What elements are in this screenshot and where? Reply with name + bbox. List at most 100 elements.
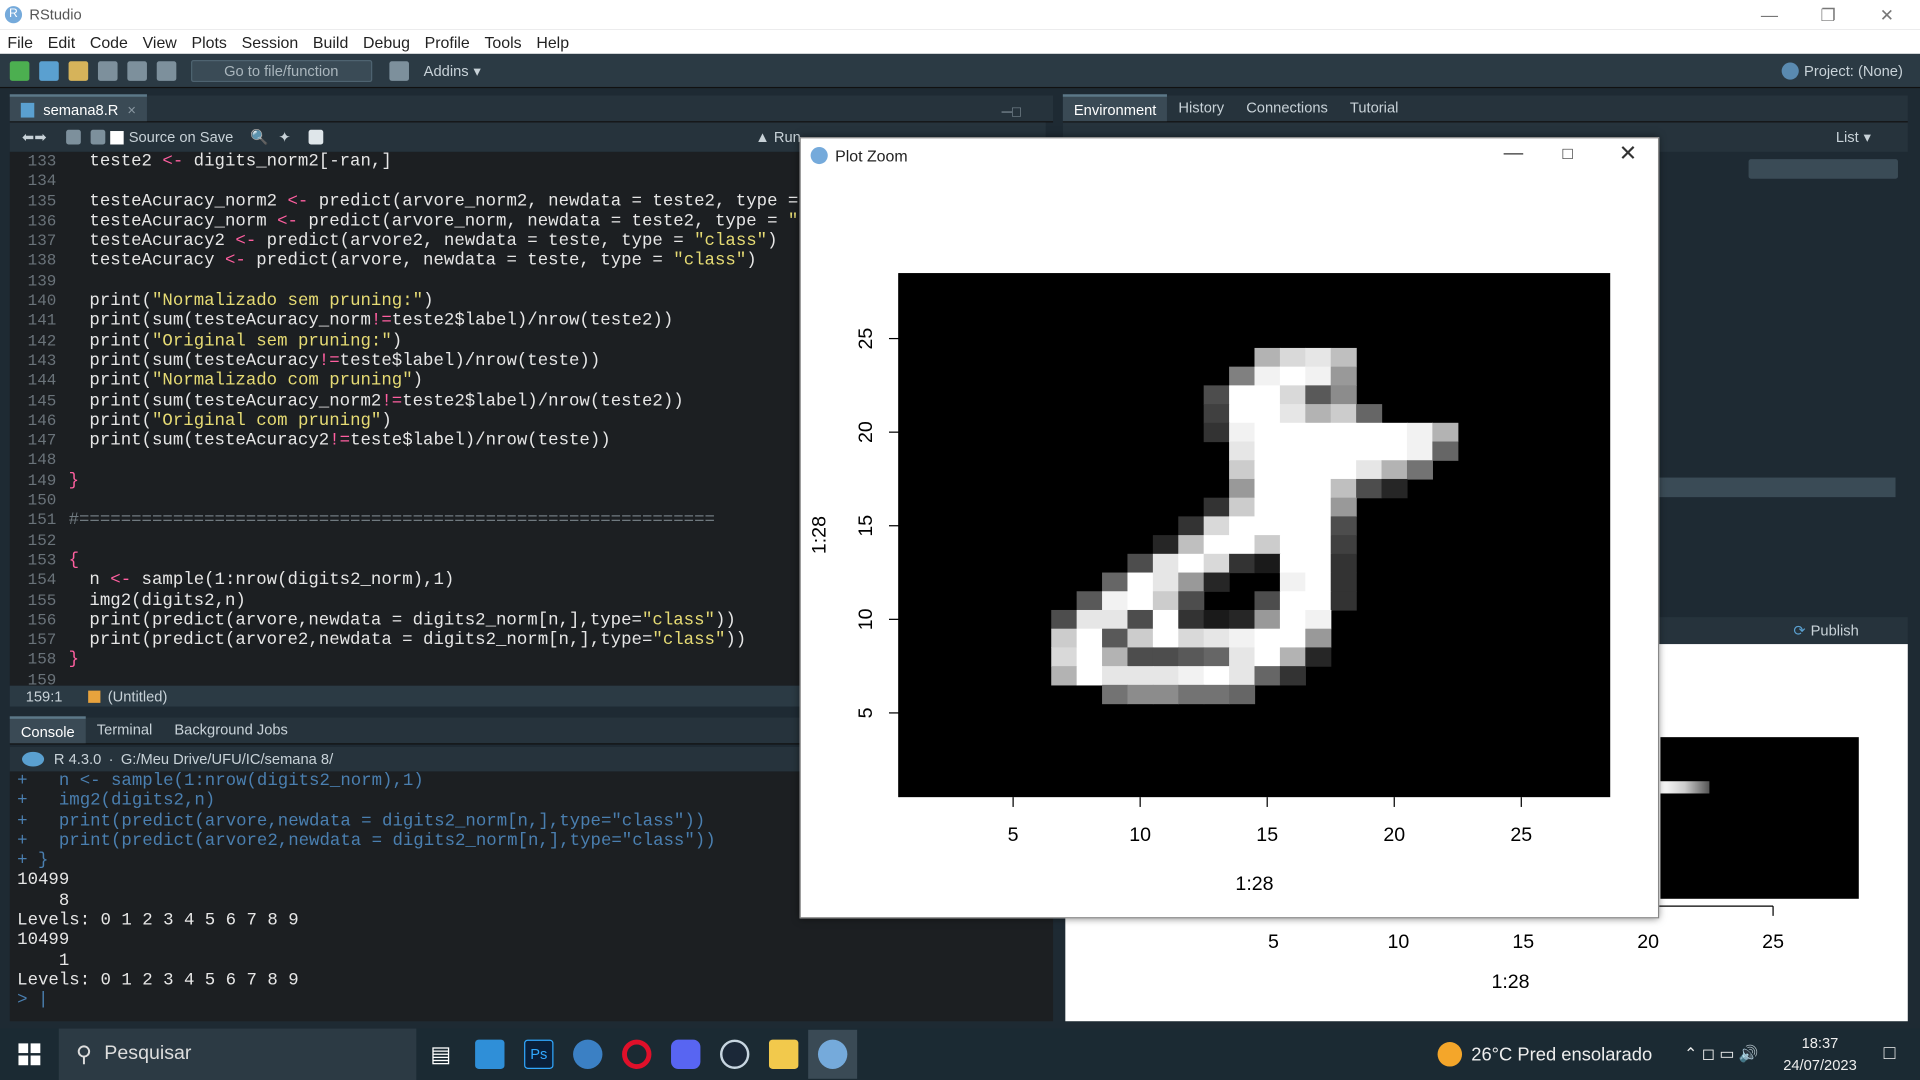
windows-start-button[interactable] (0, 1030, 59, 1079)
menu-debug[interactable]: Debug (356, 32, 418, 50)
new-project-icon[interactable] (39, 60, 59, 81)
tab-terminal[interactable]: Terminal (86, 716, 164, 743)
tab-history[interactable]: History (1167, 94, 1235, 121)
tab-environment[interactable]: Environment (1062, 94, 1168, 122)
menu-help[interactable]: Help (529, 32, 576, 50)
image-pixel (1203, 553, 1230, 574)
file-explorer-icon[interactable] (759, 1030, 808, 1079)
menu-code[interactable]: Code (82, 32, 135, 50)
scope-icon (88, 690, 101, 703)
image-pixel (1152, 628, 1179, 649)
image-pixel (1279, 609, 1306, 630)
opera-icon[interactable] (612, 1030, 661, 1079)
wand-icon[interactable]: ✦ (279, 129, 291, 146)
image-pixel (1178, 666, 1205, 686)
clock-date[interactable]: 24/07/2023 (1783, 1054, 1857, 1076)
rstudio-taskbar-icon[interactable] (808, 1029, 858, 1079)
source-on-save-checkbox[interactable] (110, 130, 124, 144)
back-arrow-icon[interactable]: ⬅➡ (22, 129, 47, 146)
image-pixel (1279, 441, 1306, 461)
close-button[interactable]: ✕ (1859, 0, 1915, 29)
grid-layout-icon[interactable] (389, 60, 409, 81)
image-pixel (1254, 535, 1281, 555)
tab-tutorial[interactable]: Tutorial (1339, 94, 1410, 121)
menu-build[interactable]: Build (306, 32, 356, 50)
tray-icons[interactable]: ⌃ ◻ ▭ 🔊 (1684, 1044, 1759, 1064)
image-pixel (1178, 535, 1205, 555)
y-axis-label: 1:28 (808, 516, 830, 554)
menu-plots[interactable]: Plots (184, 32, 234, 50)
clock-time[interactable]: 18:37 (1783, 1032, 1857, 1054)
image-pixel (1305, 609, 1332, 630)
scope-label[interactable]: (Untitled) (108, 688, 168, 705)
image-pixel (1330, 366, 1357, 386)
env-search-input[interactable] (1748, 159, 1898, 179)
discord-icon[interactable] (661, 1030, 710, 1079)
image-pixel (1076, 666, 1103, 686)
line-number: 142 (27, 331, 57, 350)
tab-background-jobs[interactable]: Background Jobs (163, 716, 299, 743)
menu-profile[interactable]: Profile (417, 32, 477, 50)
task-view-icon[interactable]: ▤ (416, 1030, 465, 1079)
menu-tools[interactable]: Tools (477, 32, 529, 50)
close-button[interactable]: ✕ (1619, 141, 1637, 167)
working-dir[interactable]: G:/Meu Drive/UFU/IC/semana 8/ (121, 751, 333, 768)
maximize-button[interactable]: □ (1562, 143, 1572, 163)
cursor-position: 159:1 (25, 687, 63, 705)
run-button[interactable]: ▲ Run (755, 129, 801, 146)
project-menu[interactable]: Project: (None) (1804, 62, 1903, 79)
menu-file[interactable]: File (0, 32, 40, 50)
image-pixel (1229, 628, 1256, 649)
save-all-icon[interactable] (127, 60, 147, 81)
y-tick-label: 15 (855, 515, 877, 537)
open-file-icon[interactable] (68, 60, 89, 81)
addins-menu[interactable]: Addins (424, 62, 469, 79)
image-pixel (1127, 572, 1154, 592)
search-icon[interactable]: 🔍 (250, 129, 268, 146)
publish-button[interactable]: Publish (1811, 622, 1859, 639)
tab-console[interactable]: Console (9, 716, 86, 744)
print-icon[interactable] (156, 60, 177, 81)
save-editor-icon[interactable] (90, 129, 106, 145)
image-pixel (1305, 347, 1332, 368)
mail-icon[interactable] (465, 1030, 514, 1079)
image-pixel (1305, 366, 1332, 386)
weather-text[interactable]: 26°C Pred ensolarado (1471, 1044, 1652, 1065)
line-number: 159 (27, 670, 57, 686)
menu-edit[interactable]: Edit (40, 32, 82, 50)
show-in-window-icon[interactable] (66, 129, 81, 145)
notifications-icon[interactable]: □ (1884, 1043, 1896, 1065)
plot-zoom-window: Plot Zoom — □ ✕ 5 10 15 20 25 5 10 15 20 25 1:28 1:… (799, 137, 1660, 919)
go-to-file-input[interactable]: Go to file/function (191, 59, 373, 82)
list-view-menu[interactable]: List (1836, 129, 1859, 146)
tab-semana8[interactable]: semana8.R × (9, 94, 148, 122)
image-pixel (1356, 460, 1383, 480)
steam-icon[interactable] (710, 1030, 759, 1079)
menu-view[interactable]: View (135, 32, 184, 50)
image-pixel (1127, 684, 1154, 705)
minimize-button[interactable]: — (1741, 0, 1797, 29)
menu-session[interactable]: Session (234, 32, 305, 50)
image-pixel (1330, 460, 1357, 480)
save-icon[interactable] (97, 60, 118, 81)
line-number: 154 (27, 570, 57, 590)
tab-connections[interactable]: Connections (1235, 94, 1339, 121)
image-pixel (1102, 591, 1129, 611)
notebook-icon[interactable] (307, 129, 323, 145)
line-number: 139 (27, 271, 57, 290)
qbittorrent-icon[interactable] (563, 1030, 612, 1079)
close-tab-icon[interactable]: × (127, 102, 136, 119)
image-pixel (1330, 553, 1357, 574)
minimize-button[interactable]: — (1504, 143, 1524, 165)
photoshop-icon[interactable]: Ps (514, 1030, 563, 1079)
taskbar-search[interactable]: ⚲ Pesquisar (58, 1028, 417, 1080)
image-pixel (1254, 609, 1281, 630)
image-pixel (1356, 422, 1383, 443)
line-number: 152 (27, 530, 57, 550)
code-text: print("Original sem pruning:") (68, 331, 403, 352)
image-pixel (1406, 460, 1433, 480)
new-file-icon[interactable] (9, 60, 30, 81)
restore-button[interactable]: ❐ (1800, 0, 1856, 29)
image-pixel (1330, 441, 1357, 461)
pane-minmax-icon[interactable]: ─□ (1002, 103, 1021, 120)
